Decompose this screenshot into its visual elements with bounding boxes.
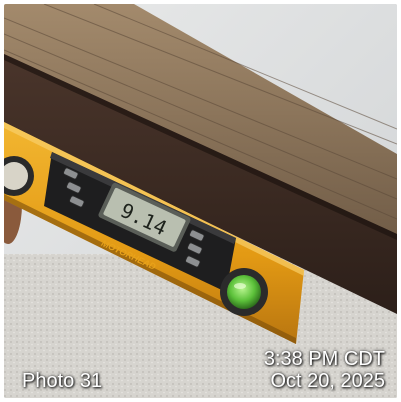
timestamp-date: Oct 20, 2025 xyxy=(270,370,385,392)
timestamp-time: 3:38 PM CDT xyxy=(263,348,385,370)
roof-scene: 9.14 MOTORHEAD xyxy=(4,4,397,398)
timestamp: 3:38 PM CDT Oct 20, 2025 xyxy=(264,348,385,392)
roof-photo: 9.14 MOTORHEAD Photo 31 3:38 PM CDT Oct … xyxy=(4,4,397,398)
photo-label: Photo 31 xyxy=(22,370,103,392)
bubble-vial xyxy=(227,275,261,309)
